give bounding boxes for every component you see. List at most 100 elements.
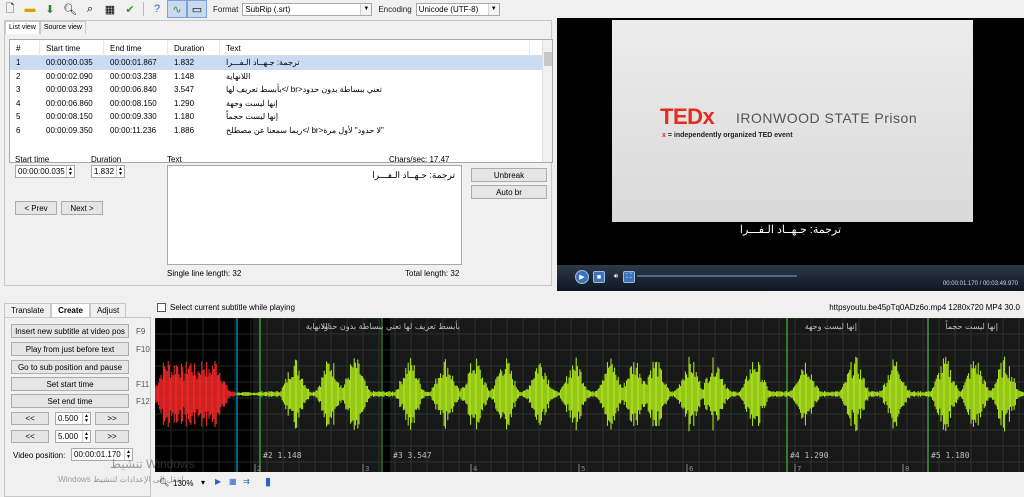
video-position-label: Video position: [13, 451, 66, 460]
col-end[interactable]: End time [104, 40, 168, 56]
set-start-button[interactable]: Set start time [11, 377, 129, 391]
find-icon[interactable]: 🔍︎ [60, 0, 80, 18]
table-cell-end: 00:00:01.867 [110, 58, 157, 68]
table-row[interactable]: 3 00:00:03.293 00:00:06.840 3.547 تعني ببساط… [10, 83, 552, 97]
single-line-length: Single line length: 32 [167, 269, 242, 278]
grid-header: # Start time End time Duration Text [10, 40, 552, 56]
set-end-button[interactable]: Set end time [11, 394, 129, 408]
spin-arrows-icon[interactable]: ▲ ▼ [66, 166, 74, 177]
stop-icon[interactable]: ■ [593, 271, 605, 283]
grid-icon[interactable]: ▦ [229, 477, 237, 486]
arrows-icon[interactable]: ⇉ [243, 477, 250, 486]
time-tick-label: 5 [581, 465, 585, 472]
col-number[interactable]: # [10, 40, 40, 56]
table-cell-dur: 1.832 [174, 58, 195, 68]
tab-create[interactable]: Create [51, 303, 90, 317]
table-cell-end: 00:00:06.840 [110, 85, 157, 95]
fullscreen-icon[interactable]: ⛶ [623, 271, 635, 283]
volume-slider[interactable] [637, 275, 797, 277]
audio-waveform[interactable]: اللانهاية #2 1.148 بأبسط تعريف لها تعني بب… [155, 318, 1024, 472]
video-player[interactable]: TEDx IRONWOOD STATE Prison x = independe… [557, 18, 1024, 291]
save-icon[interactable]: ⬇ [40, 0, 60, 18]
volume-icon[interactable]: 🔊︎ [609, 270, 623, 284]
waveform-toggle-icon[interactable]: ∿ [167, 0, 187, 18]
video-time: 00:00:01.170 / 00:03:49.970 [942, 281, 1018, 287]
spin-arrows-icon[interactable]: ▲ ▼ [82, 413, 90, 424]
play-before-button[interactable]: Play from just before text [11, 342, 129, 356]
spellcheck-icon[interactable]: ✔ [120, 0, 140, 18]
total-length: Total length: 32 [405, 269, 460, 278]
media-file-info: httpsyoutu.be45pTq0ADz6o.mp4 1280x720 MP… [829, 303, 1020, 312]
encoding-select[interactable]: Unicode (UTF-8) ▼ [415, 2, 500, 16]
table-row[interactable]: 5 00:00:08.150 00:00:09.330 1.180 إنها ليست … [10, 110, 552, 124]
next-button[interactable]: Next > [61, 201, 103, 215]
table-cell-start: 00:00:00.035 [46, 58, 93, 68]
replace-icon[interactable]: ⌕ [80, 0, 100, 18]
spin-arrows-icon[interactable]: ▲ ▼ [116, 166, 124, 177]
waveform-segment-number: #4 1.290 [790, 451, 829, 460]
subtitle-text-editor[interactable]: ترجمة: جـهــاد الـفـــرا [167, 165, 462, 265]
grid-scrollbar[interactable] [542, 40, 552, 162]
duration-input[interactable]: 1.832 ▲ ▼ [91, 165, 125, 178]
col-duration[interactable]: Duration [168, 40, 220, 56]
step-forward-small-button[interactable]: >> [95, 412, 129, 425]
open-folder-icon[interactable]: ▬ [20, 0, 40, 18]
table-row[interactable]: 1 00:00:00.035 00:00:01.867 1.832 ترجمة: جـه… [10, 56, 552, 70]
waveform-segment-text: إنها ليست حجماً [944, 320, 998, 332]
step-large-input[interactable]: 5.000 ▲ ▼ [55, 430, 91, 443]
video-toggle-icon[interactable]: ▭ [187, 0, 207, 18]
tab-translate[interactable]: Translate [4, 303, 52, 317]
tab-list-view[interactable]: List view [5, 21, 40, 34]
subtitle-grid[interactable]: # Start time End time Duration Text 1 00:… [9, 39, 553, 163]
waveform-segment-number: #5 1.180 [931, 451, 970, 460]
table-cell-end: 00:00:08.150 [110, 98, 157, 108]
step-back-small-button[interactable]: << [11, 412, 49, 425]
waveform-graph[interactable]: اللانهاية#2 1.148بأبسط تعريف لها تعني بب… [155, 318, 1024, 472]
unbreak-button[interactable]: Unbreak [471, 168, 547, 182]
spin-arrows-icon[interactable]: ▲ ▼ [82, 431, 90, 442]
col-start[interactable]: Start time [40, 40, 104, 56]
position-slider-thumb[interactable]: ▮ [265, 475, 271, 488]
table-row[interactable]: 2 00:00:02.090 00:00:03.238 1.148 اللانهاية [10, 70, 552, 84]
checkbox-icon[interactable] [157, 303, 166, 312]
chevron-down-icon[interactable]: ▾ [201, 478, 205, 487]
table-cell-start: 00:00:03.293 [46, 85, 93, 95]
tab-adjust[interactable]: Adjust [89, 303, 127, 317]
table-cell-end: 00:00:11.236 [110, 125, 157, 135]
prev-button[interactable]: < Prev [15, 201, 57, 215]
table-cell-dur: 1.290 [174, 98, 195, 108]
goto-sub-button[interactable]: Go to sub position and pause [11, 360, 129, 374]
tab-source-view[interactable]: Source view [39, 21, 86, 34]
play-icon[interactable]: ▶ [215, 477, 221, 486]
table-row[interactable]: 6 00:00:09.350 00:00:11.236 1.886 "لا حدود" … [10, 124, 552, 138]
visual-sync-icon[interactable]: ▦ [100, 0, 120, 18]
play-icon[interactable]: ▶ [575, 270, 589, 284]
duration-label: Duration [91, 155, 122, 164]
step-back-large-button[interactable]: << [11, 430, 49, 443]
event-tagline: x = independently organized TED event [662, 132, 793, 139]
table-cell-dur: 1.180 [174, 112, 195, 122]
help-icon[interactable]: ? [147, 0, 167, 18]
table-cell-text: ترجمة: جـهــاد الـفـــرا [226, 58, 300, 68]
table-cell-start: 00:00:06.860 [46, 98, 93, 108]
table-row[interactable]: 4 00:00:06.860 00:00:08.150 1.290 إنها ليست … [10, 97, 552, 111]
table-cell-start: 00:00:09.350 [46, 125, 93, 135]
table-cell-n: 4 [16, 98, 21, 108]
step-small-input[interactable]: 0.500 ▲ ▼ [55, 412, 91, 425]
auto-br-button[interactable]: Auto br [471, 185, 547, 199]
insert-subtitle-button[interactable]: Insert new subtitle at video pos [11, 324, 129, 338]
table-cell-dur: 1.886 [174, 125, 195, 135]
subtitle-panel: List view Source view # Start time End t… [4, 20, 553, 286]
step-forward-large-button[interactable]: >> [95, 430, 129, 443]
col-text[interactable]: Text [220, 40, 530, 56]
select-current-checkbox[interactable]: Select current subtitle while playing [157, 303, 295, 312]
start-time-label: Start time [15, 155, 50, 164]
start-time-input[interactable]: 00:00:00.035 ▲ ▼ [15, 165, 75, 178]
table-cell-end: 00:00:03.238 [110, 71, 157, 81]
format-label: Format [213, 4, 239, 14]
new-file-icon[interactable]: 🗋 [0, 0, 20, 18]
table-cell-end: 00:00:09.330 [110, 112, 157, 122]
table-cell-text: "لا حدود" لأول مرة<br />ربما سمعنا عن مص… [226, 125, 384, 135]
format-select[interactable]: SubRip (.srt) ▼ [242, 2, 373, 16]
table-cell-n: 3 [16, 85, 21, 95]
